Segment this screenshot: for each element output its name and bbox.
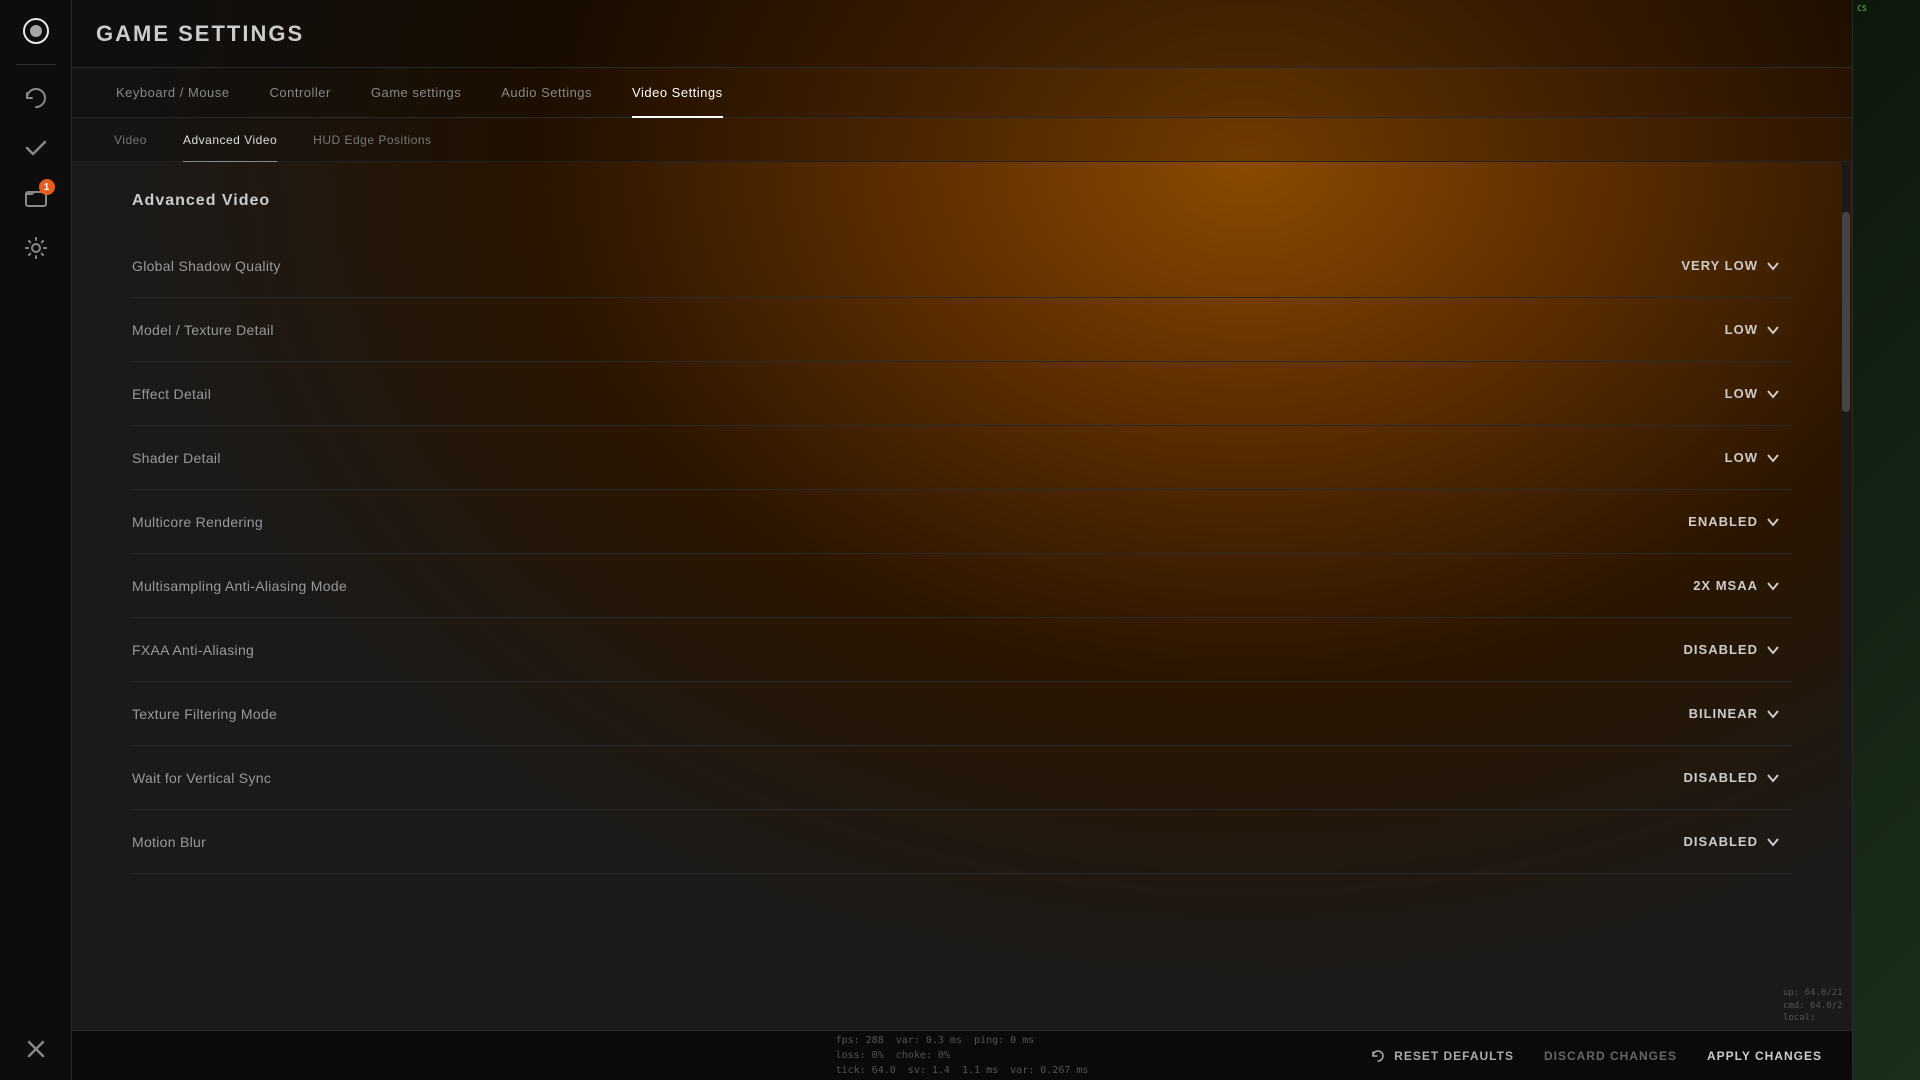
setting-row-global-shadow-quality: Global Shadow Quality VERY LOW bbox=[132, 234, 1792, 298]
right-thumb-2[interactable]: CS bbox=[1857, 68, 1917, 120]
reset-defaults-button[interactable]: RESET DEFAULTS bbox=[1370, 1048, 1514, 1064]
setting-row-fxaa: FXAA Anti-Aliasing DISABLED bbox=[132, 618, 1792, 682]
check-icon-button[interactable] bbox=[15, 127, 57, 169]
setting-label-fxaa: FXAA Anti-Aliasing bbox=[132, 642, 254, 658]
chevron-down-icon bbox=[1766, 771, 1780, 785]
setting-dropdown-msaa[interactable]: 2X MSAA bbox=[1681, 572, 1792, 599]
setting-dropdown-vsync[interactable]: DISABLED bbox=[1672, 764, 1792, 791]
tab-video-settings[interactable]: Video Settings bbox=[612, 68, 743, 118]
discard-changes-button[interactable]: DISCARD CHANGES bbox=[1544, 1049, 1677, 1063]
page-title: GAME SETTINGS bbox=[96, 21, 304, 47]
setting-label-texture-filtering: Texture Filtering Mode bbox=[132, 706, 277, 722]
left-sidebar: 1 bbox=[0, 0, 72, 1080]
setting-dropdown-multicore[interactable]: ENABLED bbox=[1676, 508, 1792, 535]
setting-row-shader-detail: Shader Detail LOW bbox=[132, 426, 1792, 490]
scrollbar-track[interactable] bbox=[1842, 162, 1850, 1030]
chevron-down-icon bbox=[1766, 387, 1780, 401]
setting-dropdown-shader-detail[interactable]: LOW bbox=[1713, 444, 1792, 471]
chevron-down-icon bbox=[1766, 579, 1780, 593]
chevron-down-icon bbox=[1766, 515, 1780, 529]
setting-row-multicore-rendering: Multicore Rendering ENABLED bbox=[132, 490, 1792, 554]
setting-dropdown-texture-filtering[interactable]: BILINEAR bbox=[1677, 700, 1792, 727]
setting-label-shader-detail: Shader Detail bbox=[132, 450, 221, 466]
debug-info: fps: 288 var: 0.3 ms ping: 0 ms loss: 0%… bbox=[836, 1033, 1089, 1078]
setting-row-msaa: Multisampling Anti-Aliasing Mode 2X MSAA bbox=[132, 554, 1792, 618]
setting-row-motion-blur: Motion Blur DISABLED bbox=[132, 810, 1792, 874]
subtab-video[interactable]: Video bbox=[96, 118, 165, 162]
chevron-down-icon bbox=[1766, 323, 1780, 337]
setting-dropdown-global-shadow[interactable]: VERY LOW bbox=[1669, 252, 1792, 279]
tab-audio-settings[interactable]: Audio Settings bbox=[481, 68, 612, 118]
subtab-advanced-video[interactable]: Advanced Video bbox=[165, 118, 295, 162]
chevron-down-icon bbox=[1766, 835, 1780, 849]
apply-changes-button[interactable]: APPLY CHANGES bbox=[1707, 1049, 1822, 1063]
top-nav: Keyboard / Mouse Controller Game setting… bbox=[72, 68, 1852, 118]
subtab-hud-edge-positions[interactable]: HUD Edge Positions bbox=[295, 118, 449, 162]
chevron-down-icon bbox=[1766, 643, 1780, 657]
setting-label-global-shadow: Global Shadow Quality bbox=[132, 258, 281, 274]
gear-icon-button[interactable] bbox=[15, 227, 57, 269]
notification-badge: 1 bbox=[39, 179, 55, 195]
tab-controller[interactable]: Controller bbox=[250, 68, 351, 118]
close-icon-button[interactable] bbox=[15, 1028, 57, 1070]
setting-label-msaa: Multisampling Anti-Aliasing Mode bbox=[132, 578, 347, 594]
header: GAME SETTINGS bbox=[72, 0, 1852, 68]
setting-row-texture-filtering: Texture Filtering Mode BILINEAR bbox=[132, 682, 1792, 746]
setting-label-vsync: Wait for Vertical Sync bbox=[132, 770, 271, 786]
setting-label-motion-blur: Motion Blur bbox=[132, 834, 206, 850]
setting-dropdown-model-texture[interactable]: LOW bbox=[1713, 316, 1792, 343]
settings-content: Advanced Video Global Shadow Quality VER… bbox=[72, 162, 1852, 1030]
setting-row-effect-detail: Effect Detail LOW bbox=[132, 362, 1792, 426]
reset-icon bbox=[1370, 1048, 1386, 1064]
setting-label-effect-detail: Effect Detail bbox=[132, 386, 211, 402]
setting-dropdown-effect-detail[interactable]: LOW bbox=[1713, 380, 1792, 407]
section-title: Advanced Video bbox=[132, 192, 1792, 210]
setting-dropdown-motion-blur[interactable]: DISABLED bbox=[1672, 828, 1792, 855]
scrollbar-thumb[interactable] bbox=[1842, 212, 1850, 412]
setting-dropdown-fxaa[interactable]: DISABLED bbox=[1672, 636, 1792, 663]
setting-label-multicore: Multicore Rendering bbox=[132, 514, 263, 530]
folder-icon-button[interactable]: 1 bbox=[15, 177, 57, 219]
main-content: GAME SETTINGS Keyboard / Mouse Controlle… bbox=[72, 0, 1852, 1080]
right-sidebar: CS bbox=[1852, 0, 1920, 1080]
chevron-down-icon bbox=[1766, 259, 1780, 273]
bottom-bar: fps: 288 var: 0.3 ms ping: 0 ms loss: 0%… bbox=[72, 1030, 1852, 1080]
setting-label-model-texture: Model / Texture Detail bbox=[132, 322, 274, 338]
chevron-down-icon bbox=[1766, 451, 1780, 465]
setting-row-model-texture: Model / Texture Detail LOW bbox=[132, 298, 1792, 362]
chevron-down-icon bbox=[1766, 707, 1780, 721]
sidebar-divider-1 bbox=[16, 64, 56, 65]
tab-keyboard-mouse[interactable]: Keyboard / Mouse bbox=[96, 68, 250, 118]
sub-nav: Video Advanced Video HUD Edge Positions bbox=[72, 118, 1852, 162]
setting-row-vsync: Wait for Vertical Sync DISABLED bbox=[132, 746, 1792, 810]
refresh-icon-button[interactable] bbox=[15, 77, 57, 119]
tab-game-settings[interactable]: Game settings bbox=[351, 68, 481, 118]
logo-icon[interactable] bbox=[15, 10, 57, 52]
